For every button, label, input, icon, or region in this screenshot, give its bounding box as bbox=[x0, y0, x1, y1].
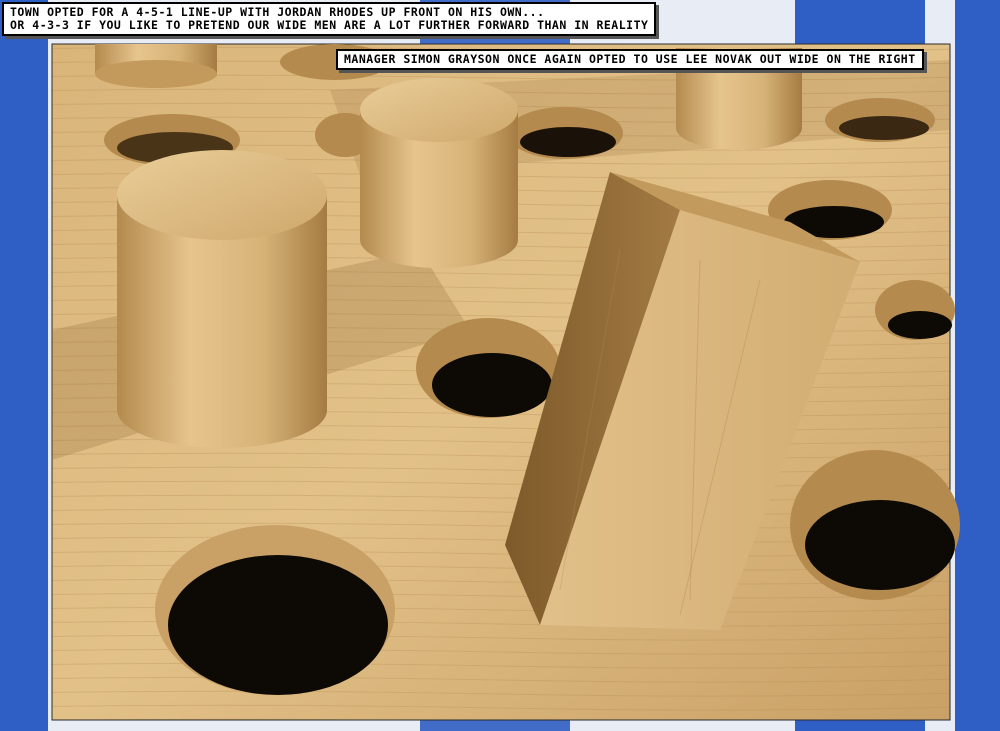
comic-panel-illustration bbox=[0, 0, 1000, 731]
empty-hole bbox=[790, 450, 960, 600]
caption-line: or 4-3-3 if you like to pretend our wide… bbox=[10, 18, 649, 32]
empty-hole bbox=[825, 98, 935, 142]
round-peg bbox=[117, 150, 327, 448]
caption-box-top-left: Town opted for a 4-5-1 line-up with Jord… bbox=[2, 2, 657, 36]
frame-stripe-left bbox=[0, 0, 48, 731]
caption-box-top-right: Manager Simon Grayson once again opted t… bbox=[336, 49, 924, 70]
round-peg bbox=[95, 44, 217, 88]
frame-stripe-edge bbox=[955, 0, 1000, 731]
empty-hole bbox=[416, 318, 560, 418]
empty-hole bbox=[875, 280, 955, 340]
empty-hole bbox=[507, 107, 623, 159]
empty-hole bbox=[155, 525, 395, 695]
caption-line: Manager Simon Grayson once again opted t… bbox=[344, 52, 916, 66]
round-peg bbox=[360, 78, 518, 268]
